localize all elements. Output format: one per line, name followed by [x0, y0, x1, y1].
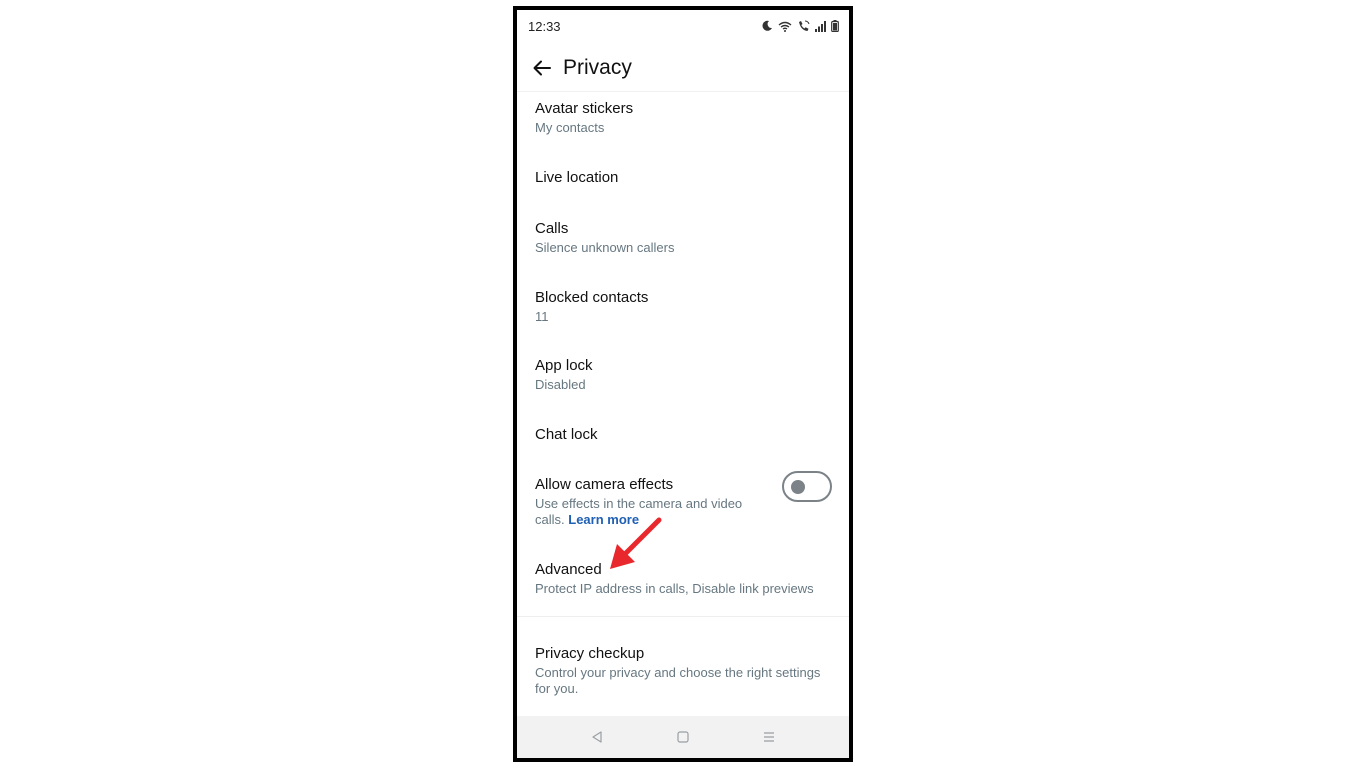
system-nav-bar: [517, 716, 849, 758]
setting-calls[interactable]: Calls Silence unknown callers: [535, 219, 831, 256]
square-home-icon: [677, 731, 689, 743]
toggle-knob: [791, 480, 805, 494]
triangle-back-icon: [592, 731, 602, 743]
setting-title: Blocked contacts: [535, 289, 649, 306]
setting-advanced[interactable]: Advanced Protect IP address in calls, Di…: [535, 560, 831, 597]
setting-avatar-stickers[interactable]: Avatar stickers My contacts: [535, 99, 831, 136]
setting-title: Chat lock: [535, 426, 598, 443]
setting-title: Privacy checkup: [535, 645, 645, 662]
camera-effects-toggle[interactable]: [782, 471, 832, 502]
arrow-left-icon: [533, 60, 551, 75]
signal-icon: [815, 20, 826, 32]
nav-back-button[interactable]: [585, 725, 609, 749]
setting-subtitle: My contacts: [535, 120, 605, 135]
status-icons: [761, 20, 839, 32]
setting-app-lock[interactable]: App lock Disabled: [535, 356, 831, 393]
setting-chat-lock[interactable]: Chat lock: [535, 425, 831, 445]
setting-subtitle: Disabled: [535, 377, 586, 392]
annotation-arrow-icon: [610, 517, 662, 569]
setting-blocked-contacts[interactable]: Blocked contacts 11: [535, 288, 831, 325]
setting-title: Advanced: [535, 561, 602, 578]
setting-subtitle: 11: [535, 309, 549, 324]
section-divider: [517, 616, 849, 617]
setting-title: Live location: [535, 169, 619, 186]
battery-icon: [831, 20, 839, 32]
moon-icon: [762, 20, 772, 31]
setting-title: Avatar stickers: [535, 100, 634, 117]
call-wifi-icon: [799, 20, 810, 31]
phone-frame: 12:33 Privacy Avatar stickers My contact…: [513, 6, 853, 762]
wifi-icon: [778, 21, 792, 32]
menu-icon: [764, 732, 774, 742]
setting-live-location[interactable]: Live location: [535, 168, 831, 188]
setting-title: Allow camera effects: [535, 476, 674, 493]
page-title: Privacy: [563, 55, 632, 79]
setting-subtitle: Control your privacy and choose the righ…: [535, 665, 821, 696]
setting-privacy-checkup[interactable]: Privacy checkup Control your privacy and…: [535, 644, 831, 697]
back-button[interactable]: [522, 48, 562, 88]
status-bar: 12:33: [517, 10, 849, 42]
nav-menu-button[interactable]: [757, 725, 781, 749]
status-time: 12:33: [528, 18, 561, 34]
setting-title: Calls: [535, 220, 569, 237]
setting-subtitle: Protect IP address in calls, Disable lin…: [535, 581, 814, 596]
setting-subtitle: Silence unknown callers: [535, 240, 675, 255]
app-bar: Privacy: [517, 44, 849, 92]
setting-title: App lock: [535, 357, 593, 374]
nav-home-button[interactable]: [671, 725, 695, 749]
